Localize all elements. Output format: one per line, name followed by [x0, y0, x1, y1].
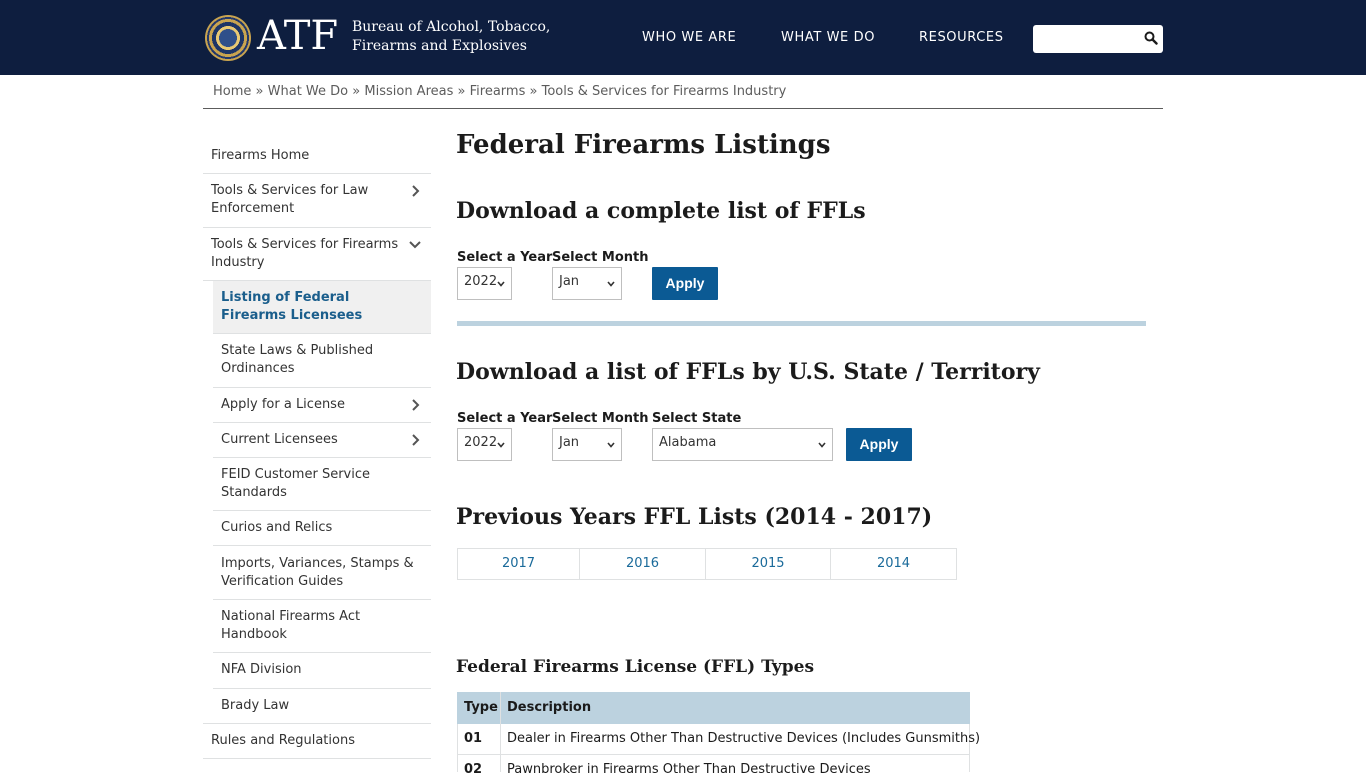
month-select[interactable]: Jan: [552, 267, 622, 300]
breadcrumb: Home » What We Do » Mission Areas » Fire…: [213, 84, 786, 99]
chevron-right-icon[interactable]: [409, 185, 421, 197]
sidebar-item-firearms-home[interactable]: Firearms Home: [211, 147, 411, 165]
state-year-select-value: 2022: [464, 435, 498, 450]
agency-name-line1: Bureau of Alcohol, Tobacco,: [352, 19, 551, 35]
year-select-value: 2022: [464, 274, 498, 289]
chevron-down-icon: [607, 281, 615, 287]
year-link-2014[interactable]: 2014: [831, 549, 956, 579]
table-row-description: Pawnbroker in Firearms Other Than Destru…: [507, 762, 871, 777]
state-month-select-value: Jan: [559, 435, 580, 450]
sidebar-divider: [203, 227, 431, 228]
by-state-heading: Download a list of FFLs by U.S. State / …: [456, 359, 1040, 385]
sidebar-item-curios-relics[interactable]: Curios and Relics: [221, 519, 401, 537]
col-header-type: Type: [464, 700, 498, 715]
sidebar-item-rules-regulations[interactable]: Rules and Regulations: [211, 732, 411, 750]
sidebar-item-listing-ffl[interactable]: Listing of Federal Firearms Licensees: [221, 289, 411, 325]
previous-years-tabs: 2017 2016 2015 2014: [457, 548, 957, 580]
breadcrumb-current[interactable]: Tools & Services for Firearms Industry: [542, 84, 787, 99]
sidebar-divider: [203, 723, 431, 724]
sidebar-item-nfa-division[interactable]: NFA Division: [221, 661, 401, 679]
sidebar-divider: [213, 387, 431, 388]
chevron-down-icon: [607, 442, 615, 448]
table-col-divider: [500, 692, 501, 772]
nav-what-we-do[interactable]: WHAT WE DO: [781, 30, 875, 45]
table-left-border: [457, 724, 458, 772]
sidebar-divider: [213, 545, 431, 546]
section-divider: [457, 321, 1146, 326]
month-select-value: Jan: [559, 274, 580, 289]
breadcrumb-home[interactable]: Home: [213, 84, 251, 99]
atf-seal-icon[interactable]: [205, 15, 251, 61]
ffl-types-heading: Federal Firearms License (FFL) Types: [456, 657, 815, 677]
year-select[interactable]: 2022: [457, 267, 512, 300]
agency-name[interactable]: Bureau of Alcohol, Tobacco, Firearms and…: [352, 18, 550, 56]
sidebar-divider: [203, 173, 431, 174]
sidebar-item-law-enforcement[interactable]: Tools & Services for Law Enforcement: [211, 182, 391, 218]
sidebar-item-imports-variances[interactable]: Imports, Variances, Stamps & Verificatio…: [221, 555, 416, 591]
sidebar-item-state-laws[interactable]: State Laws & Published Ordinances: [221, 342, 391, 378]
breadcrumb-firearms[interactable]: Firearms: [470, 84, 526, 99]
breadcrumb-separator: »: [457, 84, 466, 99]
sidebar-item-feid-standards[interactable]: FEID Customer Service Standards: [221, 466, 391, 502]
page-title: Federal Firearms Listings: [456, 130, 831, 160]
chevron-right-icon[interactable]: [409, 399, 421, 411]
table-row-type: 01: [464, 731, 483, 746]
previous-years-heading: Previous Years FFL Lists (2014 - 2017): [456, 504, 933, 530]
breadcrumb-separator: »: [529, 84, 538, 99]
sidebar-divider: [213, 333, 431, 334]
year-link-2015[interactable]: 2015: [706, 549, 831, 579]
sidebar-item-apply-license[interactable]: Apply for a License: [221, 396, 401, 414]
search-icon[interactable]: [1144, 31, 1158, 45]
chevron-down-icon: [497, 442, 505, 448]
apply-complete-button[interactable]: Apply: [652, 267, 718, 300]
col-header-description: Description: [507, 700, 592, 715]
chevron-down-icon: [818, 442, 826, 448]
sidebar-divider: [213, 457, 431, 458]
apply-state-button[interactable]: Apply: [846, 428, 912, 461]
nav-who-we-are[interactable]: WHO WE ARE: [642, 30, 736, 45]
site-logo[interactable]: ATF: [257, 12, 338, 60]
sidebar-item-nfa-handbook[interactable]: National Firearms Act Handbook: [221, 608, 391, 644]
breadcrumb-divider: [203, 108, 1163, 109]
table-row-description: Dealer in Firearms Other Than Destructiv…: [507, 731, 981, 746]
month-label: Select Month: [552, 250, 649, 265]
breadcrumb-mission-areas[interactable]: Mission Areas: [364, 84, 453, 99]
sidebar-divider: [213, 510, 431, 511]
state-year-select[interactable]: 2022: [457, 428, 512, 461]
table-row-type: 02: [464, 762, 483, 777]
table-row-divider: [457, 754, 970, 755]
breadcrumb-what-we-do[interactable]: What We Do: [268, 84, 348, 99]
year-link-2016[interactable]: 2016: [580, 549, 706, 579]
agency-name-line2: Firearms and Explosives: [352, 38, 527, 54]
chevron-down-icon[interactable]: [409, 239, 421, 251]
nav-resources[interactable]: RESOURCES: [919, 30, 1004, 45]
state-select[interactable]: Alabama: [652, 428, 833, 461]
sidebar-divider: [213, 599, 431, 600]
sidebar-divider: [213, 688, 431, 689]
chevron-down-icon: [497, 281, 505, 287]
sidebar-divider: [203, 758, 431, 759]
complete-list-heading: Download a complete list of FFLs: [456, 198, 866, 224]
sidebar-divider: [213, 652, 431, 653]
search-input[interactable]: [1039, 29, 1139, 49]
year-label: Select a Year: [457, 250, 553, 265]
year-link-2017[interactable]: 2017: [458, 549, 580, 579]
state-label: Select State: [652, 411, 742, 426]
site-header: ATF Bureau of Alcohol, Tobacco, Firearms…: [0, 0, 1366, 75]
chevron-right-icon[interactable]: [409, 434, 421, 446]
state-year-label: Select a Year: [457, 411, 553, 426]
sidebar-divider: [213, 422, 431, 423]
state-month-select[interactable]: Jan: [552, 428, 622, 461]
state-select-value: Alabama: [659, 435, 717, 450]
state-month-label: Select Month: [552, 411, 649, 426]
sidebar-item-firearms-industry[interactable]: Tools & Services for Firearms Industry: [211, 236, 401, 272]
breadcrumb-separator: »: [352, 84, 361, 99]
breadcrumb-separator: »: [255, 84, 264, 99]
sidebar-item-current-licensees[interactable]: Current Licensees: [221, 431, 401, 449]
sidebar-divider: [203, 280, 431, 281]
sidebar-item-brady-law[interactable]: Brady Law: [221, 697, 401, 715]
